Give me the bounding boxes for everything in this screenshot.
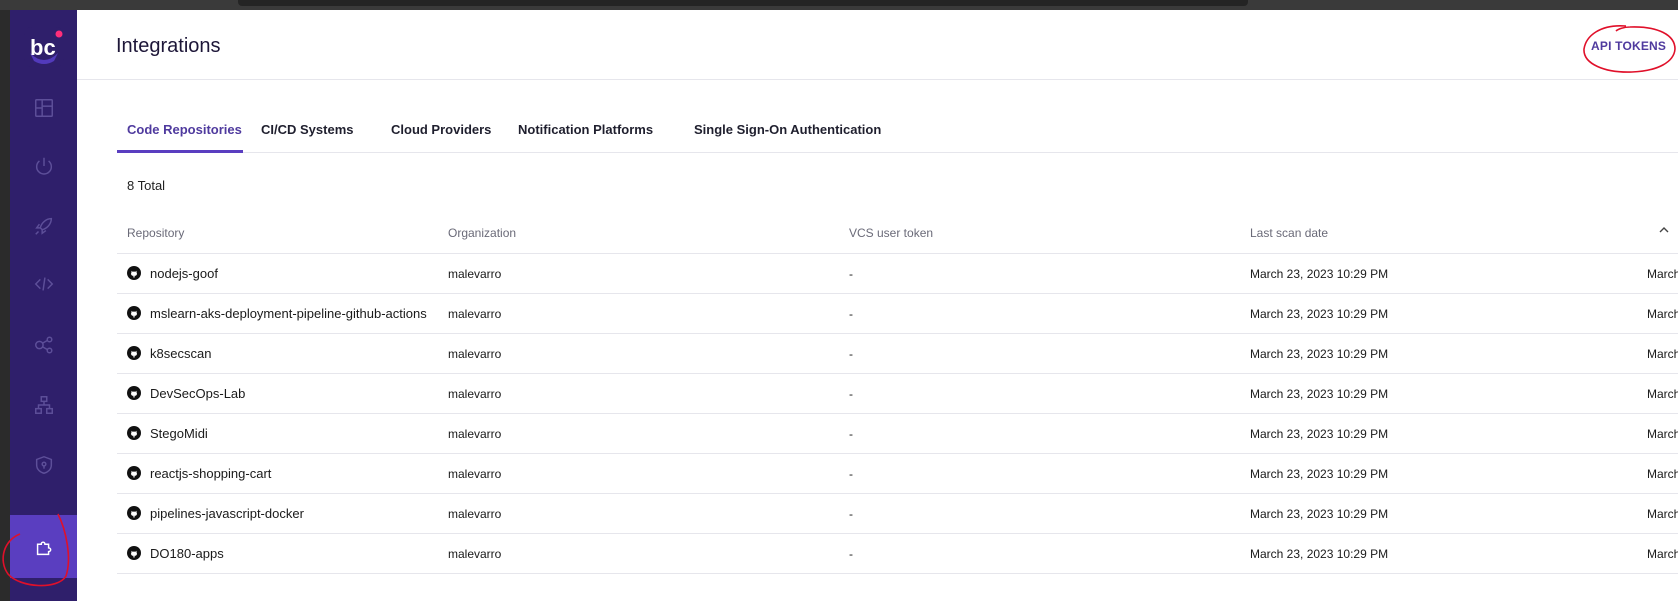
vcs-token-value: - (849, 387, 853, 401)
column-header-repository[interactable]: Repository (127, 226, 184, 240)
page-header: Integrations API TOKENS (77, 10, 1678, 80)
repository-name[interactable]: reactjs-shopping-cart (150, 466, 271, 481)
organization-name: malevarro (448, 427, 502, 441)
table-row[interactable]: pipelines-javascript-docker malevarro - Mar… (117, 494, 1678, 534)
organization-name: malevarro (448, 507, 502, 521)
last-scan-date: March 23, 2023 10:29 PM (1250, 507, 1389, 521)
browser-address-bar (238, 0, 1248, 6)
table-row[interactable]: DevSecOps-Lab malevarro - March 23, 2023 10… (117, 374, 1678, 414)
repository-name[interactable]: nodejs-goof (150, 266, 218, 281)
browser-top-strip (0, 0, 1678, 10)
tab-code-repositories[interactable]: Code Repositories (117, 103, 243, 153)
next-column-date: March (1647, 507, 1678, 521)
column-header-organization[interactable]: Organization (448, 226, 516, 240)
repository-name[interactable]: DevSecOps-Lab (150, 386, 245, 401)
last-scan-date: March 23, 2023 10:29 PM (1250, 467, 1389, 481)
next-column-date: March (1647, 467, 1678, 481)
table-row[interactable]: StegoMidi malevarro - March 23, 2023 10:29 … (117, 414, 1678, 454)
vcs-token-value: - (849, 427, 853, 441)
sidebar-item-dashboard[interactable] (10, 78, 77, 138)
logo-text: bc (30, 35, 56, 60)
sidebar-item-rocket[interactable] (10, 196, 77, 256)
bridgecrew-logo[interactable]: bc (24, 27, 64, 67)
organization-name: malevarro (448, 347, 502, 361)
integration-tabs: Code Repositories CI/CD Systems Cloud Pr… (117, 103, 1678, 153)
repository-name[interactable]: k8secscan (150, 346, 211, 361)
hierarchy-icon (34, 396, 53, 414)
github-icon (127, 506, 141, 520)
page-title: Integrations (116, 35, 221, 57)
sidebar-item-power[interactable] (10, 136, 77, 196)
tab-cloud-providers[interactable]: Cloud Providers (391, 103, 491, 153)
column-header-last-scan[interactable]: Last scan date (1250, 226, 1328, 240)
github-icon (127, 306, 141, 320)
sidebar-item-integrations[interactable] (10, 515, 77, 578)
main-content: Integrations API TOKENS Code Repositorie… (77, 10, 1678, 601)
last-scan-date: March 23, 2023 10:29 PM (1250, 387, 1389, 401)
github-icon (127, 266, 141, 280)
sidebar: bc (10, 10, 77, 601)
last-scan-date: March 23, 2023 10:29 PM (1250, 347, 1389, 361)
chevron-up-icon[interactable] (1658, 224, 1670, 236)
organization-name: malevarro (448, 387, 502, 401)
vcs-token-value: - (849, 267, 853, 281)
organization-name: malevarro (448, 547, 502, 561)
total-count: 8 Total (127, 178, 166, 193)
github-icon (127, 386, 141, 400)
tab-ci-cd-systems[interactable]: CI/CD Systems (261, 103, 353, 153)
sidebar-item-share[interactable] (10, 315, 77, 375)
shield-icon (35, 455, 52, 475)
vcs-token-value: - (849, 507, 853, 521)
api-tokens-button[interactable]: API TOKENS (1591, 39, 1666, 53)
last-scan-date: March 23, 2023 10:29 PM (1250, 427, 1389, 441)
share-nodes-icon (34, 336, 53, 354)
repository-name[interactable]: mslearn-aks-deployment-pipeline-github-a… (150, 306, 427, 321)
repository-name[interactable]: pipelines-javascript-docker (150, 506, 304, 521)
organization-name: malevarro (448, 467, 502, 481)
github-icon (127, 466, 141, 480)
vcs-token-value: - (849, 547, 853, 561)
next-column-date: March (1647, 307, 1678, 321)
table-row[interactable]: mslearn-aks-deployment-pipeline-github-a… (117, 294, 1678, 334)
vcs-token-value: - (849, 307, 853, 321)
puzzle-icon (36, 540, 51, 555)
organization-name: malevarro (448, 307, 502, 321)
table-row[interactable]: nodejs-goof malevarro - March 23, 2023 10:2… (117, 254, 1678, 294)
next-column-date: March (1647, 387, 1678, 401)
rocket-icon (34, 217, 52, 235)
vcs-token-value: - (849, 347, 853, 361)
tab-notification-platforms[interactable]: Notification Platforms (518, 103, 653, 153)
next-column-date: March (1647, 267, 1678, 281)
column-header-vcs-token[interactable]: VCS user token (849, 226, 933, 240)
next-column-date: March (1647, 547, 1678, 561)
table-row[interactable]: DO180-apps malevarro - March 23, 2023 10:29… (117, 534, 1678, 574)
power-icon (35, 157, 52, 175)
table-header: Repository Organization VCS user token L… (117, 210, 1678, 254)
table-row[interactable]: k8secscan malevarro - March 23, 2023 10:29 … (117, 334, 1678, 374)
window-left-edge (0, 10, 10, 601)
next-column-date: March (1647, 427, 1678, 441)
table-row[interactable]: reactjs-shopping-cart malevarro - March 23,… (117, 454, 1678, 494)
sidebar-item-code[interactable] (10, 254, 77, 314)
last-scan-date: March 23, 2023 10:29 PM (1250, 547, 1389, 561)
repository-name[interactable]: StegoMidi (150, 426, 208, 441)
repositories-table: Repository Organization VCS user token L… (117, 210, 1678, 574)
dashboard-icon (34, 99, 53, 117)
github-icon (127, 426, 141, 440)
tab-single-sign-on[interactable]: Single Sign-On Authentication (694, 103, 881, 153)
sidebar-item-hierarchy[interactable] (10, 375, 77, 435)
repository-name[interactable]: DO180-apps (150, 546, 224, 561)
code-icon (34, 277, 53, 291)
github-icon (127, 346, 141, 360)
last-scan-date: March 23, 2023 10:29 PM (1250, 267, 1389, 281)
sidebar-item-shield[interactable] (10, 435, 77, 495)
organization-name: malevarro (448, 267, 502, 281)
last-scan-date: March 23, 2023 10:29 PM (1250, 307, 1389, 321)
vcs-token-value: - (849, 467, 853, 481)
github-icon (127, 546, 141, 560)
next-column-date: March (1647, 347, 1678, 361)
